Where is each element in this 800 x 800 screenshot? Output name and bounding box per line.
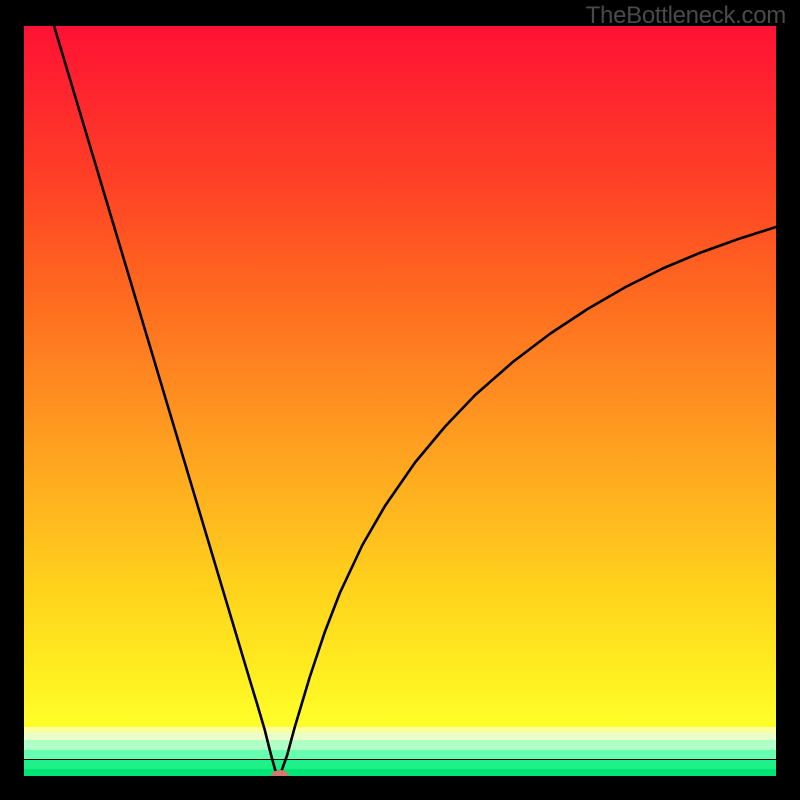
watermark-label: TheBottleneck.com — [586, 2, 786, 30]
chart-container: TheBottleneck.com — [0, 0, 800, 800]
minimum-marker — [271, 770, 289, 776]
plot-frame — [24, 26, 776, 776]
bottleneck-curve — [24, 26, 776, 776]
plot-inner — [24, 26, 776, 776]
